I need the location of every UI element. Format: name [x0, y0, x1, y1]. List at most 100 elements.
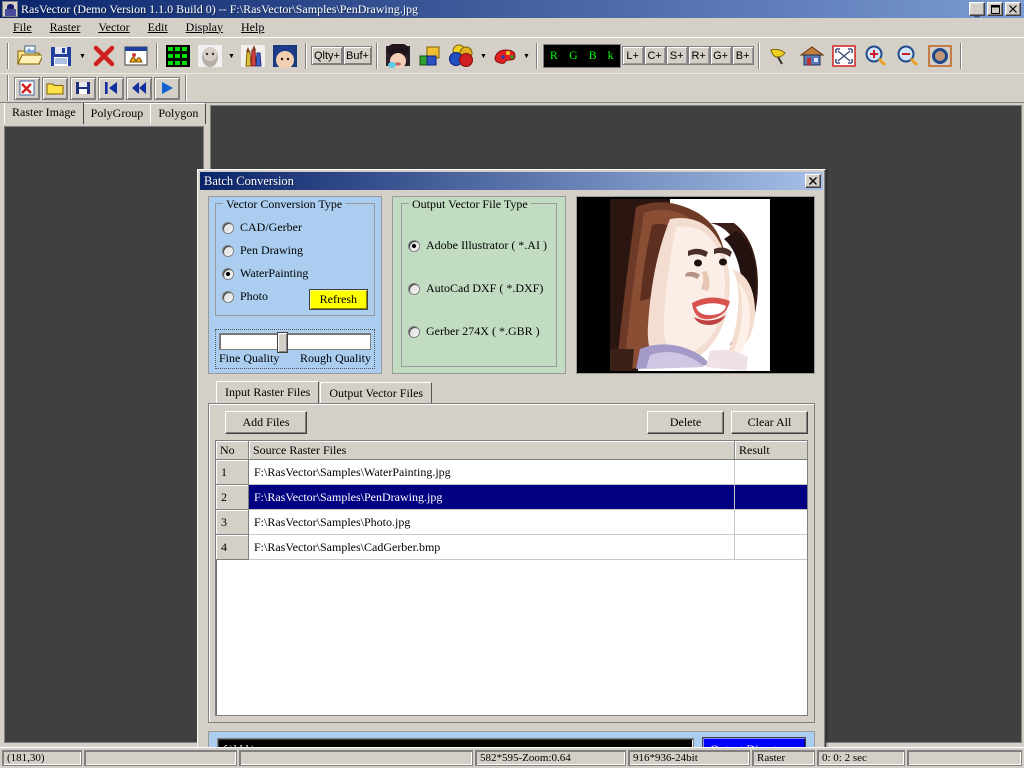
file-grid-header: No Source Raster Files Result	[216, 441, 807, 460]
channel-b[interactable]: B	[589, 48, 597, 63]
save-disk-icon[interactable]	[46, 41, 76, 71]
radio-waterpainting-indicator[interactable]	[222, 267, 234, 280]
table-row[interactable]: 3 F:\RasVector\Samples\Photo.jpg	[216, 510, 807, 535]
minimize-button[interactable]: _	[969, 2, 985, 16]
luminance-plus-button[interactable]: L+	[621, 46, 644, 65]
radio-photo-indicator[interactable]	[222, 290, 234, 303]
application-window: RasVector (Demo Version 1.1.0 Build 0) -…	[0, 0, 1024, 768]
radio-adobe-illustrator[interactable]: Adobe Illustrator ( *.AI )	[408, 224, 550, 267]
face-gray-icon[interactable]	[195, 41, 225, 71]
vector-grid-icon[interactable]	[163, 41, 193, 71]
channel-k[interactable]: k	[608, 48, 614, 63]
vector-conversion-type-group: Vector Conversion Type CAD/Gerber Pen Dr…	[215, 197, 375, 316]
channel-r[interactable]: R	[550, 48, 558, 63]
raster-thumbnail-canvas[interactable]	[4, 126, 204, 743]
table-row[interactable]: 4 F:\RasVector\Samples\CadGerber.bmp	[216, 535, 807, 560]
tab-raster-image[interactable]: Raster Image	[4, 103, 84, 124]
color-balls-icon[interactable]	[447, 41, 477, 71]
menu-display[interactable]: Display	[177, 18, 232, 37]
channel-g[interactable]: G	[569, 48, 578, 63]
radio-adobe-illustrator-indicator[interactable]	[408, 239, 420, 252]
radio-cad-gerber-indicator[interactable]	[222, 221, 234, 234]
radio-cad-gerber-label: CAD/Gerber	[240, 220, 302, 234]
close-doc-icon[interactable]	[14, 76, 40, 100]
open-folder-icon[interactable]	[14, 41, 44, 71]
layer-square-icon[interactable]	[415, 41, 445, 71]
play-icon[interactable]	[154, 76, 180, 100]
radio-autocad-dxf-indicator[interactable]	[408, 282, 420, 295]
home-icon[interactable]	[797, 41, 827, 71]
output-directory-input[interactable]: f:\kkk\	[217, 738, 694, 747]
quality-plus-button[interactable]: Qlty+	[311, 46, 343, 65]
menu-edit[interactable]: Edit	[139, 18, 177, 37]
saturation-plus-button[interactable]: S+	[665, 46, 688, 65]
dialog-title-bar: Batch Conversion	[200, 172, 823, 190]
table-row[interactable]: 2 F:\RasVector\Samples\PenDrawing.jpg	[216, 485, 807, 510]
print-preview-icon[interactable]	[121, 41, 151, 71]
blue-plus-button[interactable]: B+	[731, 46, 754, 65]
close-button[interactable]	[1005, 2, 1021, 16]
zoom-out-icon[interactable]	[893, 41, 923, 71]
pointer-hand-icon[interactable]	[765, 41, 795, 71]
rewind-icon[interactable]	[126, 76, 152, 100]
first-frame-icon[interactable]	[98, 76, 124, 100]
face-dropdown-arrow-icon[interactable]: ▼	[226, 43, 237, 69]
palette-icon[interactable]	[490, 41, 520, 71]
column-header-source-raster-files[interactable]: Source Raster Files	[249, 441, 735, 460]
zoom-in-icon[interactable]	[861, 41, 891, 71]
menu-file[interactable]: File	[4, 18, 41, 37]
column-header-no[interactable]: No	[216, 441, 249, 460]
radio-waterpainting[interactable]: WaterPainting	[222, 262, 368, 285]
palette-dropdown-arrow-icon[interactable]: ▼	[521, 43, 532, 69]
file-grid[interactable]: No Source Raster Files Result 1 F:\RasVe…	[215, 440, 808, 716]
radio-gerber-274x-indicator[interactable]	[408, 325, 420, 338]
radio-autocad-dxf[interactable]: AutoCad DXF ( *.DXF)	[408, 267, 550, 310]
dialog-close-icon[interactable]	[805, 174, 821, 188]
tab-polygroup[interactable]: PolyGroup	[82, 103, 152, 124]
quality-slider-thumb[interactable]	[277, 332, 288, 353]
status-mode: Raster	[752, 750, 815, 766]
rgbk-channel-display[interactable]: R G B k	[542, 43, 621, 68]
dialog-top-row: Vector Conversion Type CAD/Gerber Pen Dr…	[208, 196, 815, 374]
maximize-button[interactable]	[987, 2, 1003, 16]
save-icon[interactable]	[70, 76, 96, 100]
add-files-button[interactable]: Add Files	[225, 410, 307, 434]
portrait-blue-icon[interactable]	[270, 41, 300, 71]
fit-screen-icon[interactable]	[829, 41, 859, 71]
radio-waterpainting-label: WaterPainting	[240, 266, 309, 280]
refresh-button[interactable]: Refresh	[308, 289, 368, 310]
table-row[interactable]: 1 F:\RasVector\Samples\WaterPainting.jpg	[216, 460, 807, 485]
red-plus-button[interactable]: R+	[687, 46, 710, 65]
folder-icon[interactable]	[42, 76, 68, 100]
thumbnail-face-icon[interactable]	[383, 41, 413, 71]
radio-pen-drawing[interactable]: Pen Drawing	[222, 239, 368, 262]
menu-help[interactable]: Help	[232, 18, 273, 37]
radio-pen-drawing-indicator[interactable]	[222, 244, 234, 257]
tab-polygon[interactable]: Polygon	[150, 103, 207, 124]
radio-cad-gerber[interactable]: CAD/Gerber	[222, 216, 368, 239]
save-dropdown-arrow-icon[interactable]: ▼	[77, 43, 88, 69]
paint-brushes-icon[interactable]	[238, 41, 268, 71]
status-bar: (181,30) 582*595-Zoom:0.64 916*936-24bit…	[0, 747, 1024, 768]
quality-slider-group: Fine Quality Rough Quality	[215, 329, 375, 369]
menu-edit-label: Edit	[147, 19, 168, 34]
delete-x-icon[interactable]	[89, 41, 119, 71]
contrast-plus-button[interactable]: C+	[643, 46, 666, 65]
buffer-plus-button[interactable]: Buf+	[342, 46, 372, 65]
row-file-path: F:\RasVector\Samples\CadGerber.bmp	[249, 535, 735, 560]
quality-slider[interactable]	[219, 332, 371, 353]
zoom-region-icon[interactable]	[925, 41, 955, 71]
column-header-result[interactable]: Result	[735, 441, 807, 460]
colors-dropdown-arrow-icon[interactable]: ▼	[478, 43, 489, 69]
output-directory-button[interactable]: Output Directory..	[702, 737, 806, 747]
radio-autocad-dxf-label: AutoCad DXF ( *.DXF)	[426, 281, 544, 295]
menu-vector[interactable]: Vector	[89, 18, 138, 37]
tab-output-vector-files[interactable]: Output Vector Files	[320, 382, 433, 404]
tab-input-raster-files[interactable]: Input Raster Files	[216, 381, 320, 404]
row-number: 4	[216, 535, 249, 560]
menu-raster[interactable]: Raster	[41, 18, 90, 37]
delete-button[interactable]: Delete	[647, 410, 724, 434]
green-plus-button[interactable]: G+	[709, 46, 732, 65]
clear-all-button[interactable]: Clear All	[731, 410, 808, 434]
radio-gerber-274x[interactable]: Gerber 274X ( *.GBR )	[408, 310, 550, 353]
